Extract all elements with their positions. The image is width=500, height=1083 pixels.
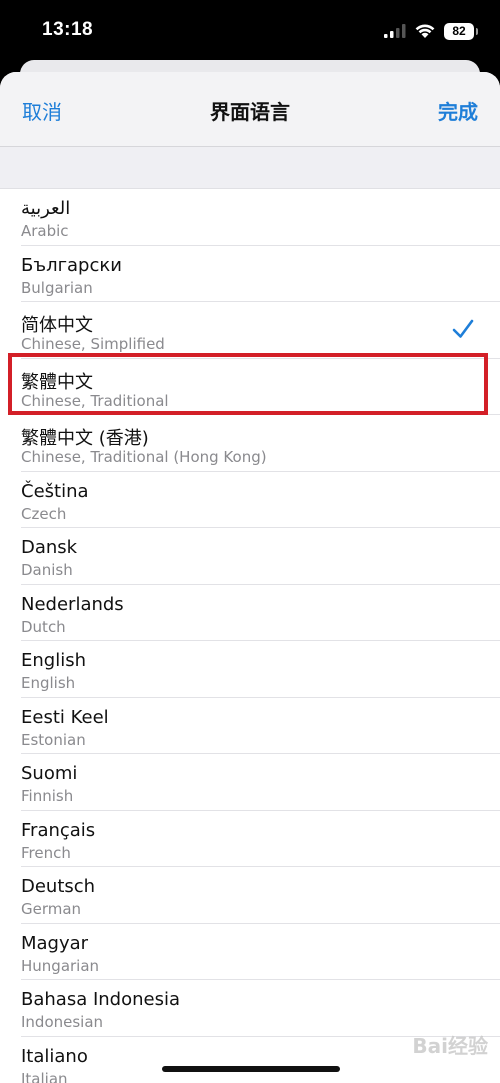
done-button[interactable]: 完成	[438, 96, 478, 125]
language-english-name: Bulgarian	[21, 278, 93, 297]
language-english-name: Chinese, Traditional	[21, 391, 169, 410]
language-english-name: German	[21, 900, 82, 918]
cellular-signal-icon	[384, 24, 406, 38]
language-name: Suomi	[21, 763, 78, 784]
language-row-german[interactable]: Deutsch German	[0, 867, 500, 924]
language-row-hungarian[interactable]: Magyar Hungarian	[0, 924, 500, 981]
language-name: 简体中文	[21, 315, 93, 336]
language-name: English	[21, 650, 86, 671]
language-row-danish[interactable]: Dansk Danish	[0, 528, 500, 585]
checkmark-icon	[452, 319, 474, 338]
language-english-name: Danish	[21, 561, 73, 579]
home-indicator[interactable]	[162, 1066, 340, 1072]
language-row-chinese-traditional[interactable]: 繁體中文 Chinese, Traditional	[0, 359, 500, 416]
language-english-name: Arabic	[21, 222, 69, 240]
language-row-czech[interactable]: Čeština Czech	[0, 472, 500, 529]
status-icons: 82	[384, 21, 478, 41]
language-list: العربية Arabic Български Bulgarian 简体中文 …	[0, 189, 500, 1083]
language-sheet: 取消 界面语言 完成 العربية Arabic Български Bulg…	[0, 72, 500, 1083]
language-name: Magyar	[21, 932, 89, 954]
language-english-name: Dutch	[21, 617, 66, 636]
language-row-english[interactable]: English English	[0, 641, 500, 698]
status-bar: 13:18 82	[0, 0, 500, 64]
language-name: Eesti Keel	[21, 706, 109, 728]
language-row-french[interactable]: Français French	[0, 811, 500, 868]
language-row-bulgarian[interactable]: Български Bulgarian	[0, 246, 500, 303]
language-name: Nederlands	[21, 593, 124, 615]
section-spacer	[0, 146, 500, 189]
language-row-chinese-traditional-hk[interactable]: 繁體中文 (香港) Chinese, Traditional (Hong Kon…	[0, 415, 500, 472]
language-english-name: Indonesian	[21, 1013, 104, 1031]
language-english-name: Hungarian	[21, 956, 100, 975]
language-english-name: Czech	[21, 504, 67, 523]
status-time: 13:18	[42, 19, 94, 40]
wifi-icon	[415, 24, 435, 38]
language-english-name: Estonian	[21, 730, 86, 749]
language-row-dutch[interactable]: Nederlands Dutch	[0, 585, 500, 642]
page-title: 界面语言	[210, 100, 290, 124]
language-english-name: Chinese, Traditional (Hong Kong)	[21, 448, 267, 466]
language-row-chinese-simplified[interactable]: 简体中文 Chinese, Simplified	[0, 302, 500, 359]
language-name: 繁體中文 (香港)	[21, 428, 149, 449]
language-english-name: French	[21, 843, 71, 862]
language-name: Čeština	[21, 480, 89, 502]
language-name: Bahasa Indonesia	[21, 989, 180, 1010]
language-english-name: English	[21, 674, 76, 692]
language-name: Deutsch	[21, 876, 96, 897]
language-row-indonesian[interactable]: Bahasa Indonesia Indonesian	[0, 980, 500, 1037]
language-name: العربية	[21, 198, 71, 219]
nav-bar: 取消 界面语言 完成	[0, 72, 500, 146]
language-name: 繁體中文	[21, 371, 93, 393]
language-english-name: Finnish	[21, 787, 74, 805]
battery-icon: 82	[444, 22, 478, 40]
language-row-finnish[interactable]: Suomi Finnish	[0, 754, 500, 811]
language-name: Български	[21, 254, 122, 276]
language-name: Dansk	[21, 537, 78, 558]
language-name: Italiano	[21, 1045, 88, 1067]
language-row-arabic[interactable]: العربية Arabic	[0, 189, 500, 246]
language-english-name: Italian	[21, 1069, 68, 1083]
language-name: Français	[21, 819, 96, 841]
language-row-estonian[interactable]: Eesti Keel Estonian	[0, 698, 500, 755]
watermark: Bai经验	[412, 1034, 488, 1058]
language-english-name: Chinese, Simplified	[21, 335, 165, 353]
